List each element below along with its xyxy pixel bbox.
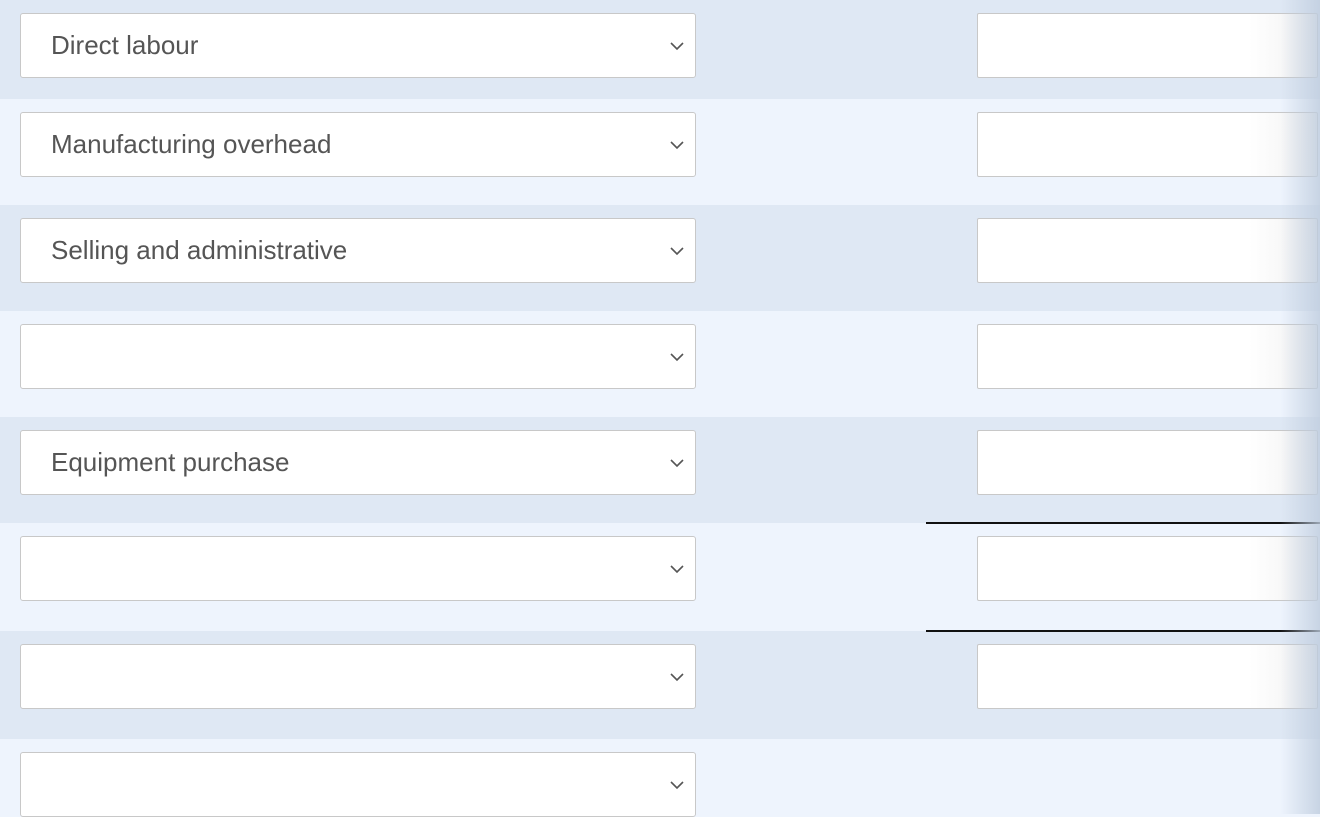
account-select[interactable]: Manufacturing overhead — [20, 112, 696, 177]
account-select[interactable] — [20, 324, 696, 389]
chevron-down-icon — [670, 247, 684, 256]
account-select[interactable]: Direct labour — [20, 13, 696, 78]
amount-input[interactable] — [977, 324, 1318, 389]
chevron-down-icon — [670, 673, 684, 682]
table-row: Equipment purchase — [0, 417, 1320, 523]
chevron-down-icon — [670, 781, 684, 790]
subtotal-rule — [926, 522, 1320, 524]
table-row: Direct labour — [0, 0, 1320, 99]
chevron-down-icon — [670, 353, 684, 362]
account-select[interactable] — [20, 752, 696, 817]
select-value: Direct labour — [51, 30, 199, 60]
table-row: Manufacturing overhead — [0, 99, 1320, 205]
chevron-down-icon — [670, 42, 684, 51]
table-row — [0, 311, 1320, 417]
table-row — [0, 523, 1320, 631]
select-value: Selling and administrative — [51, 235, 348, 265]
amount-input[interactable] — [977, 218, 1318, 283]
total-rule — [926, 630, 1320, 632]
amount-input[interactable] — [977, 644, 1318, 709]
amount-input[interactable] — [977, 536, 1318, 601]
amount-input[interactable] — [977, 112, 1318, 177]
account-select[interactable] — [20, 644, 696, 709]
table-row — [0, 739, 1320, 817]
select-value: Manufacturing overhead — [51, 129, 332, 159]
table-row: Selling and administrative — [0, 205, 1320, 311]
chevron-down-icon — [670, 459, 684, 468]
amount-input[interactable] — [977, 13, 1318, 78]
table-row — [0, 631, 1320, 739]
select-value: Equipment purchase — [51, 447, 290, 477]
account-select[interactable]: Selling and administrative — [20, 218, 696, 283]
amount-input[interactable] — [977, 430, 1318, 495]
account-select[interactable] — [20, 536, 696, 601]
account-select[interactable]: Equipment purchase — [20, 430, 696, 495]
chevron-down-icon — [670, 565, 684, 574]
chevron-down-icon — [670, 141, 684, 150]
